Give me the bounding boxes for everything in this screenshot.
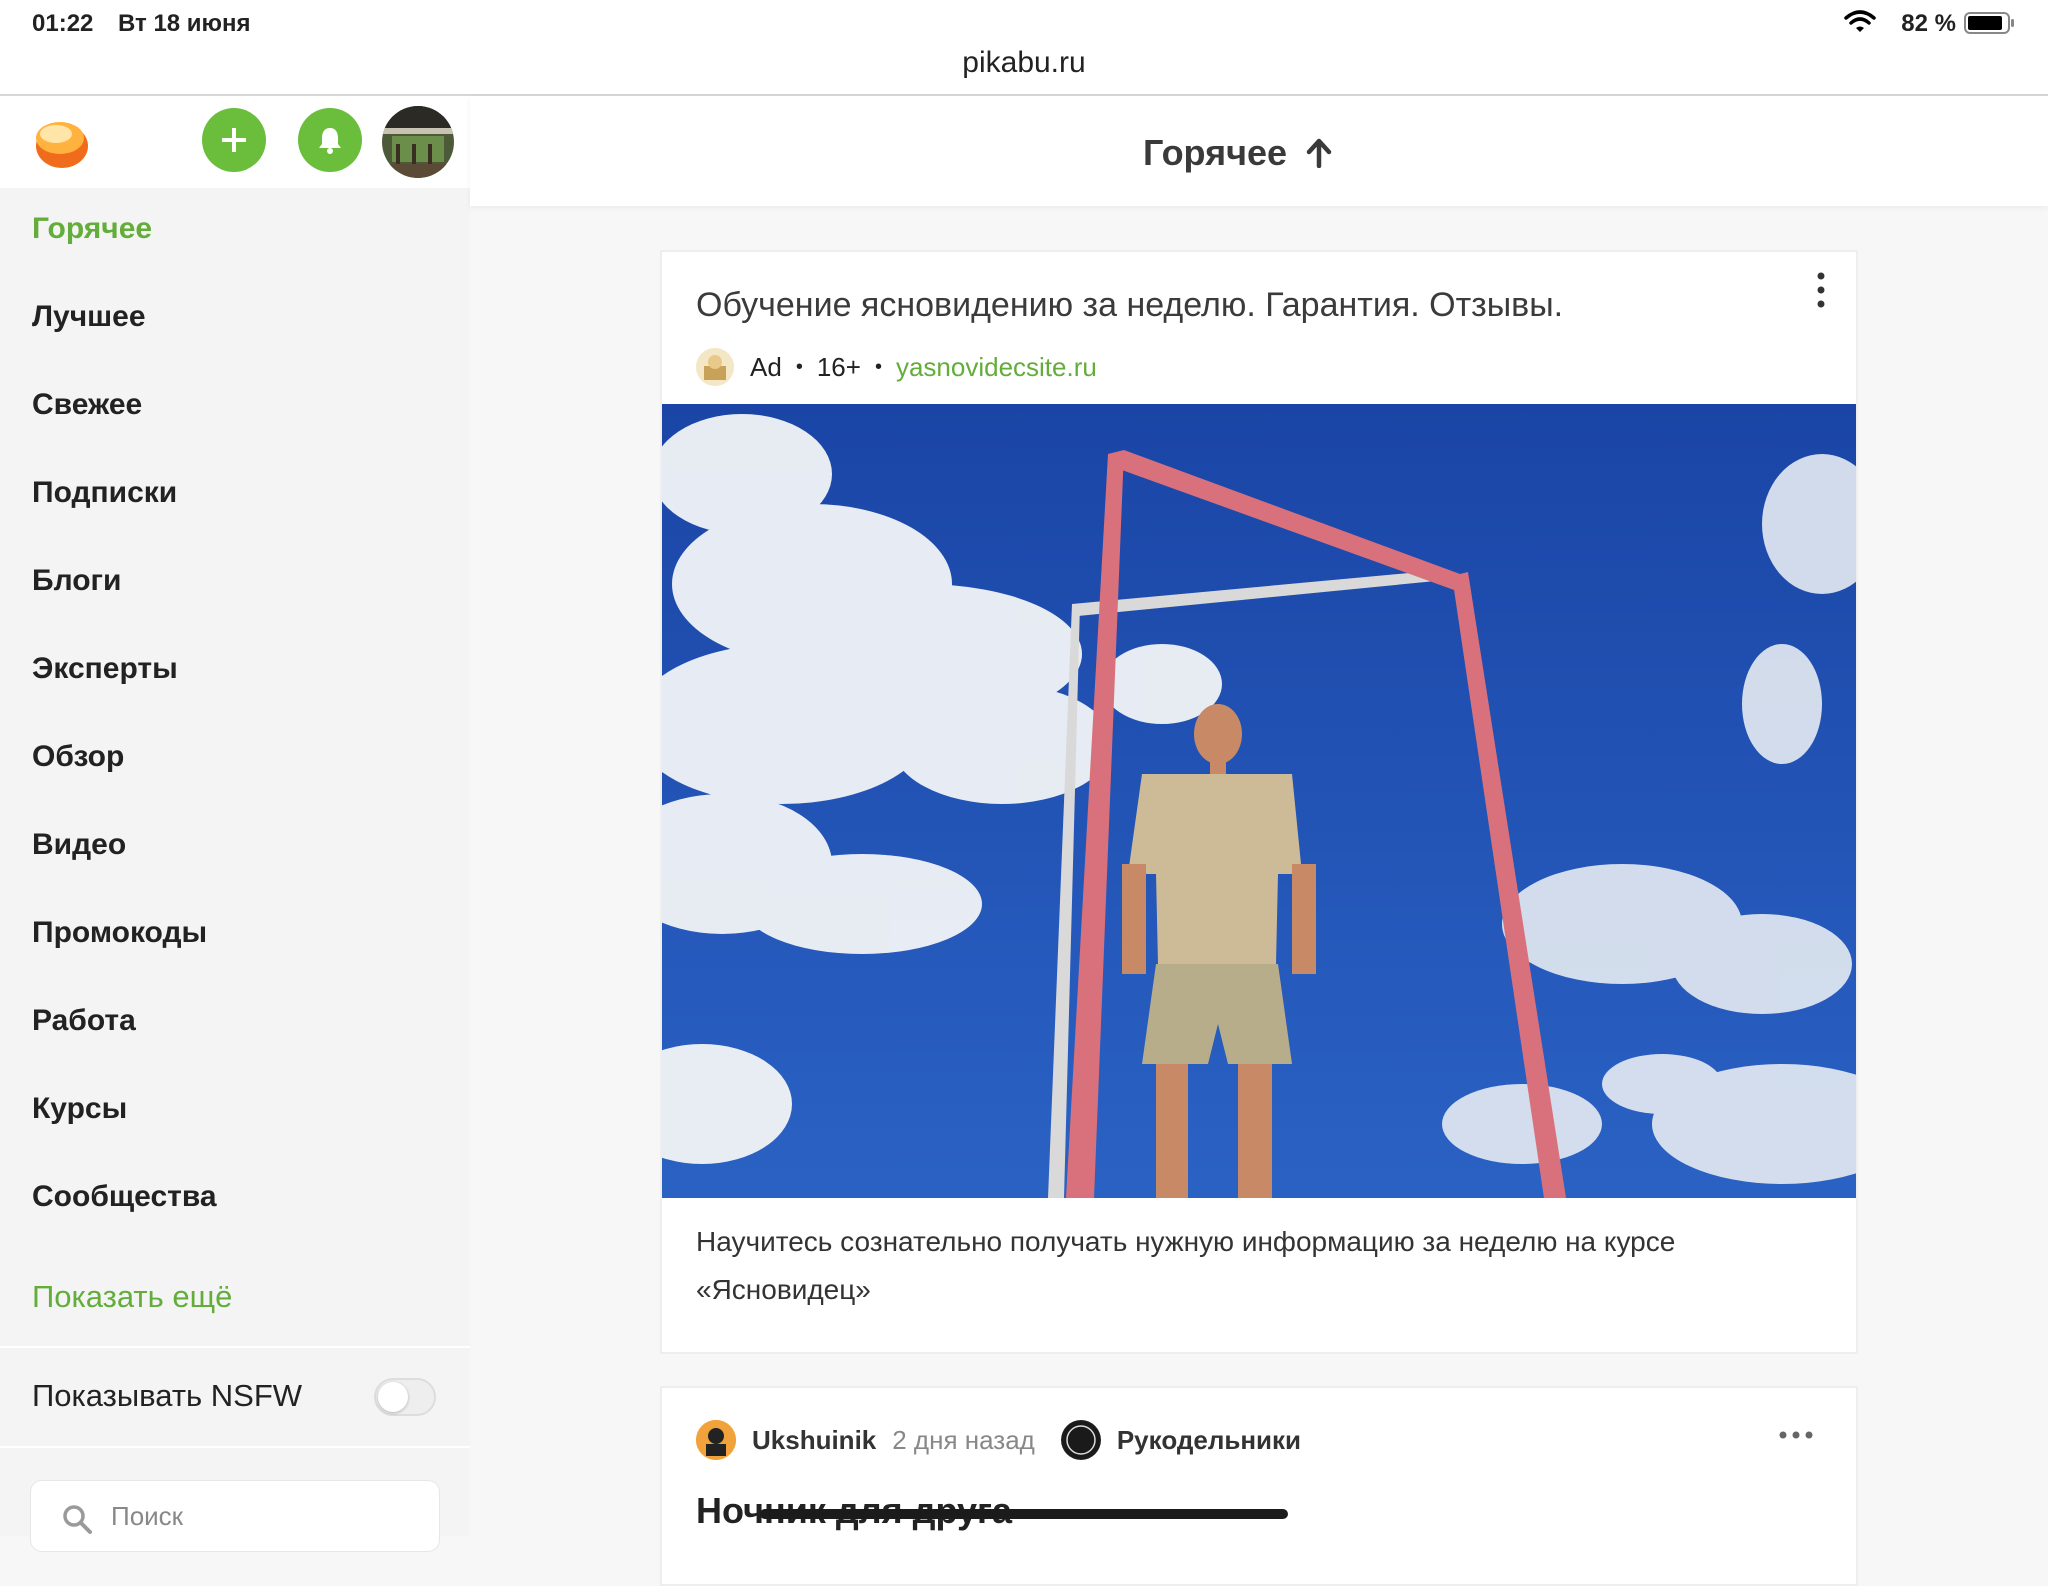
ad-label: Ad	[750, 351, 782, 382]
feed-header: Горячее	[470, 96, 2048, 206]
status-date: Вт 18 июня	[118, 10, 251, 37]
status-bar: 01:22 Вт 18 июня 82 % pikabu.ru	[0, 0, 2048, 96]
add-post-button[interactable]	[202, 108, 266, 172]
ad-avatar	[696, 348, 734, 386]
status-time: 01:22	[32, 10, 94, 37]
ad-title[interactable]: Обучение ясновидению за неделю. Гарантия…	[696, 286, 1563, 325]
kebab-menu-icon[interactable]	[1814, 270, 1828, 310]
show-more-link[interactable]: Показать ещё	[32, 1279, 232, 1315]
sidebar-item-subscriptions[interactable]: Подписки	[32, 478, 217, 566]
more-options-icon[interactable]	[1778, 1430, 1814, 1440]
sidebar-item-jobs[interactable]: Работа	[32, 1006, 217, 1094]
community-avatar[interactable]	[1060, 1420, 1101, 1460]
separator-dot: •	[795, 355, 803, 378]
sidebar-item-hot[interactable]: Горячее	[32, 214, 217, 302]
sidebar-item-video[interactable]: Видео	[32, 830, 217, 918]
divider	[0, 1346, 470, 1348]
sidebar-item-experts[interactable]: Эксперты	[32, 654, 217, 742]
nsfw-label: Показывать NSFW	[32, 1378, 303, 1413]
ad-meta: Ad • 16+ • yasnovidecsite.ru	[696, 348, 1097, 386]
sidebar-item-fresh[interactable]: Свежее	[32, 390, 217, 478]
ad-description: Научитесь сознательно получать нужную ин…	[696, 1226, 1676, 1305]
search-icon	[63, 1505, 92, 1534]
sidebar-item-communities[interactable]: Сообщества	[32, 1182, 217, 1270]
ad-image[interactable]	[662, 404, 1856, 1198]
post-card: Ukshuinik 2 дня назад Рукодельники Ночни…	[660, 1386, 1858, 1586]
search-input[interactable]: Поиск	[30, 1480, 440, 1552]
nsfw-toggle[interactable]	[374, 1378, 436, 1416]
bell-icon	[319, 128, 341, 154]
pikabu-logo-icon[interactable]	[30, 110, 94, 174]
sidebar-nav: Горячее Лучшее Свежее Подписки Блоги Экс…	[32, 214, 217, 1270]
battery-percent: 82 %	[1901, 10, 1956, 37]
search-placeholder: Поиск	[111, 1501, 184, 1531]
sort-title: Горячее	[1142, 132, 1288, 173]
separator-dot: •	[874, 355, 882, 378]
sidebar-item-promocodes[interactable]: Промокоды	[32, 918, 217, 1006]
community-name[interactable]: Рукодельники	[1117, 1425, 1301, 1456]
user-avatar[interactable]	[382, 106, 454, 178]
ad-domain-link[interactable]: yasnovidecsite.ru	[896, 352, 1097, 383]
plus-icon	[222, 128, 246, 152]
sidebar: Горячее Лучшее Свежее Подписки Блоги Экс…	[0, 96, 470, 1552]
sidebar-item-courses[interactable]: Курсы	[32, 1094, 217, 1182]
sidebar-item-overview[interactable]: Обзор	[32, 742, 217, 830]
address-bar-url[interactable]: pikabu.ru	[0, 46, 2048, 80]
battery-icon	[1964, 12, 2014, 34]
sidebar-item-blogs[interactable]: Блоги	[32, 566, 217, 654]
ad-card: Обучение ясновидению за неделю. Гарантия…	[660, 250, 1858, 1354]
toggle-knob	[378, 1382, 408, 1412]
notifications-button[interactable]	[298, 108, 362, 172]
post-time: 2 дня назад	[892, 1424, 1035, 1455]
post-meta: Ukshuinik 2 дня назад Рукодельники	[696, 1420, 1301, 1460]
wifi-icon	[1844, 10, 1876, 32]
author-avatar[interactable]	[696, 1420, 736, 1460]
age-rating: 16+	[816, 351, 861, 382]
arrow-up-icon	[1306, 138, 1332, 169]
sort-selector[interactable]: Горячее	[470, 132, 2006, 174]
sidebar-top-bar	[0, 96, 470, 188]
home-indicator	[760, 1509, 1288, 1519]
author-name[interactable]: Ukshuinik	[752, 1425, 876, 1456]
divider	[0, 1446, 470, 1448]
sidebar-item-best[interactable]: Лучшее	[32, 302, 217, 390]
